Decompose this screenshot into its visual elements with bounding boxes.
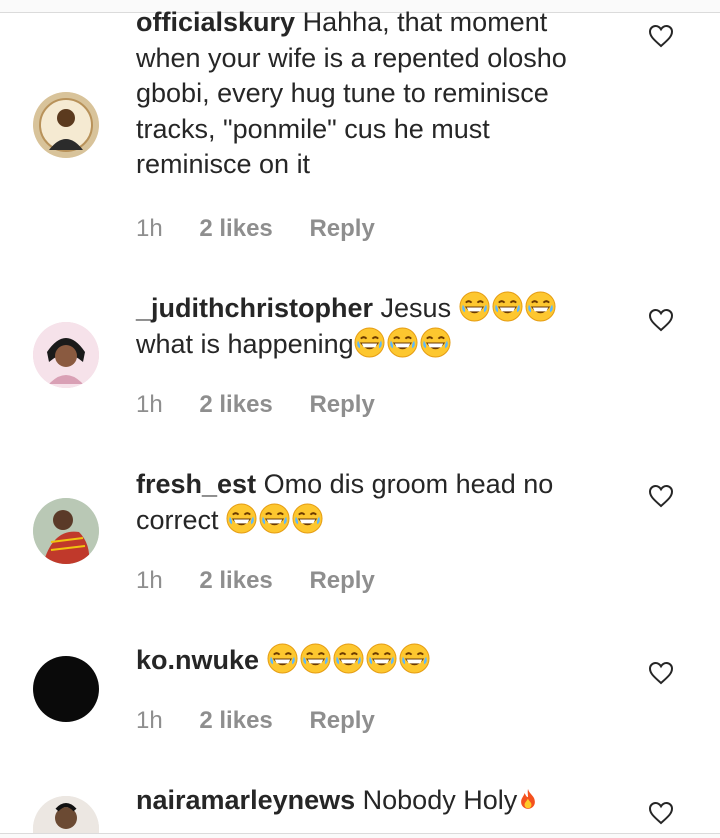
laughing-emoji xyxy=(226,502,258,534)
comment-text: officialskury Hahha, that moment when yo… xyxy=(136,5,606,183)
comment-body: Jesus xyxy=(380,293,452,323)
avatar-image xyxy=(33,92,99,158)
laughing-emoji xyxy=(398,643,430,674)
heart-icon[interactable] xyxy=(648,308,674,332)
laughing-emoji xyxy=(353,326,385,358)
timestamp: 1h xyxy=(136,391,163,418)
laughing-emoji xyxy=(524,291,556,322)
reply-button[interactable]: Reply xyxy=(309,391,374,418)
avatar[interactable] xyxy=(33,796,99,837)
likes-count[interactable]: 2 likes xyxy=(199,567,272,594)
username[interactable]: _judithchristopher xyxy=(136,293,373,323)
comment-text: ko.nwuke xyxy=(136,643,606,679)
timestamp: 1h xyxy=(136,567,163,594)
laughing-emoji xyxy=(458,291,490,322)
avatar-image xyxy=(33,796,99,837)
likes-count[interactable]: 2 likes xyxy=(199,215,272,242)
laughing-emoji xyxy=(259,502,291,534)
avatar[interactable] xyxy=(33,322,99,388)
username[interactable]: fresh_est xyxy=(136,469,256,499)
comment-text: _judithchristopher Jesus what is happeni… xyxy=(136,291,606,362)
comment-text: nairamarleynews Nobody Holy xyxy=(136,783,606,819)
comment-text: fresh_est Omo dis groom head no correct xyxy=(136,467,606,538)
timestamp: 1h xyxy=(136,707,163,734)
avatar-image xyxy=(33,322,99,388)
username[interactable]: officialskury xyxy=(136,7,295,37)
comment-meta: 1h 2 likes Reply xyxy=(136,391,405,419)
laughing-emoji xyxy=(386,326,418,358)
avatar-image xyxy=(33,498,99,564)
heart-icon[interactable] xyxy=(648,801,674,825)
comment-meta: 1h 2 likes Reply xyxy=(136,707,405,735)
heart-icon[interactable] xyxy=(648,484,674,508)
reply-button[interactable]: Reply xyxy=(309,707,374,734)
username[interactable]: ko.nwuke xyxy=(136,645,259,675)
fire-emoji xyxy=(521,788,536,809)
reply-button[interactable]: Reply xyxy=(309,215,374,242)
avatar[interactable] xyxy=(33,92,99,158)
avatar[interactable] xyxy=(33,498,99,564)
bottom-divider xyxy=(0,833,720,838)
likes-count[interactable]: 2 likes xyxy=(199,391,272,418)
heart-icon[interactable] xyxy=(648,24,674,48)
likes-count[interactable]: 2 likes xyxy=(199,707,272,734)
reply-button[interactable]: Reply xyxy=(309,567,374,594)
comment-meta: 1h 2 likes Reply xyxy=(136,567,405,595)
comment-meta: 1h 2 likes Reply xyxy=(136,215,405,243)
laughing-emoji xyxy=(332,643,364,674)
heart-icon[interactable] xyxy=(648,661,674,685)
laughing-emoji xyxy=(491,291,523,322)
comment-body-line2: what is happening xyxy=(136,328,354,359)
laughing-emoji xyxy=(365,643,397,674)
timestamp: 1h xyxy=(136,215,163,242)
avatar[interactable] xyxy=(33,656,99,722)
comment-body: Nobody Holy xyxy=(362,785,518,815)
laughing-emoji xyxy=(419,326,451,358)
laughing-emoji xyxy=(292,502,324,534)
laughing-emoji xyxy=(266,643,298,674)
username[interactable]: nairamarleynews xyxy=(136,785,355,815)
laughing-emoji xyxy=(299,643,331,674)
